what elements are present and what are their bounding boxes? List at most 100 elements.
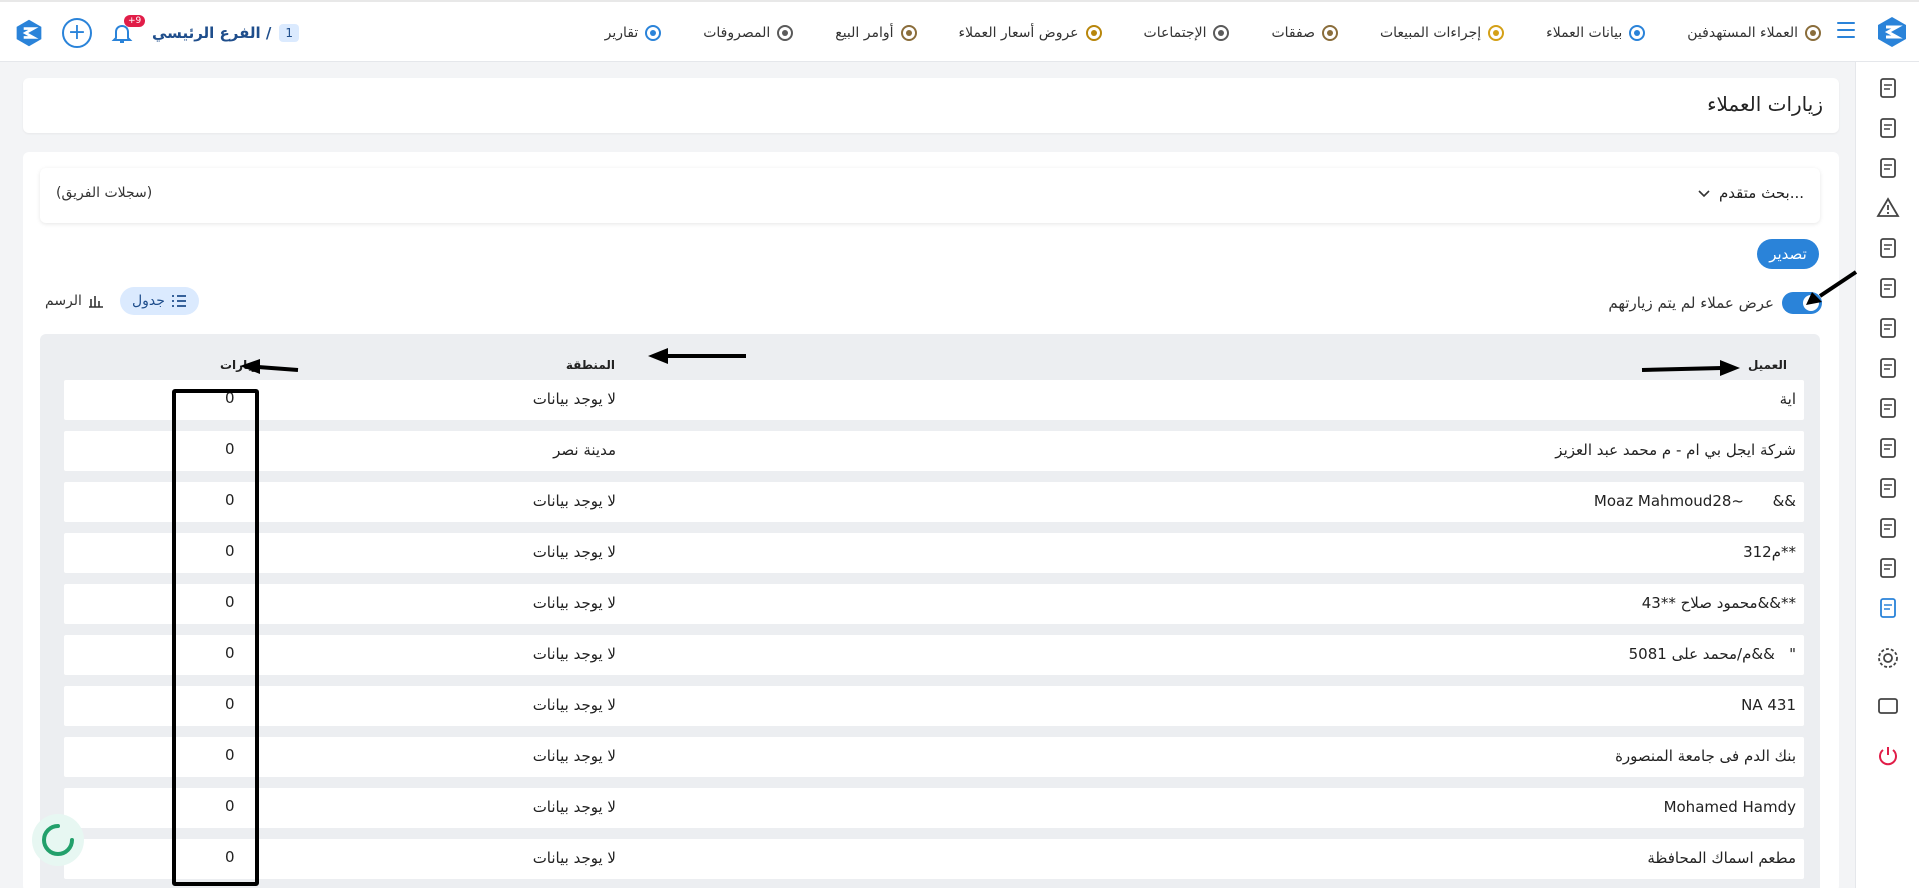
visits-cell: 0	[225, 797, 235, 815]
client-cell: بنك الدم فى جامعة المنصورة	[1615, 747, 1796, 765]
table-row[interactable]: م312** لا يوجد بيانات 0	[64, 533, 1804, 573]
visits-cell: 0	[225, 491, 235, 509]
notifications-button[interactable]: +9	[110, 15, 146, 45]
nav-item-label: أوامر البيع	[835, 25, 894, 41]
table-row[interactable]: Moaz Mahmoud28~ && لا يوجد بيانات 0	[64, 482, 1804, 522]
nav-item-label: إجراءات المبيعات	[1379, 25, 1482, 41]
add-button[interactable]: +	[62, 18, 92, 48]
app-logo-icon[interactable]	[1875, 15, 1909, 49]
table-row[interactable]: Mohamed Hamdy لا يوجد بيانات 0	[64, 788, 1804, 828]
nav-item-label: تقارير	[604, 25, 639, 41]
expenses-icon	[777, 25, 794, 41]
table-row[interactable]: م/محمد على 5081&& " لا يوجد بيانات 0	[64, 635, 1804, 675]
new-doc-icon[interactable]	[1876, 76, 1900, 100]
nav-item[interactable]: بيانات العملاء	[1546, 23, 1647, 43]
delivery-icon[interactable]	[1876, 436, 1900, 460]
client-cell: شركة ايجل بي ام - م محمد عبد العزيز	[1555, 441, 1796, 459]
money-icon[interactable]	[1876, 156, 1900, 180]
team-icon[interactable]	[1876, 116, 1900, 140]
nav-item[interactable]: العملاء المستهدفين	[1687, 23, 1823, 43]
list-icon	[171, 295, 186, 307]
area-cell: لا يوجد بيانات	[532, 543, 616, 561]
invoice-icon[interactable]	[1876, 316, 1900, 340]
table-row[interactable]: بنك الدم فى جامعة المنصورة لا يوجد بيانات…	[64, 737, 1804, 777]
pen-icon[interactable]	[1876, 356, 1900, 380]
gear-icon[interactable]	[1876, 646, 1900, 670]
visits-table: العميل المنطقة زيارات اية لا يوجد بيانات 0…	[40, 334, 1820, 888]
header-visits[interactable]: زيارات	[220, 358, 259, 372]
advanced-search-toggle[interactable]: بحث متقدم...	[1697, 184, 1804, 202]
table-row[interactable]: NA 431 لا يوجد بيانات 0	[64, 686, 1804, 726]
visits-cell: 0	[225, 644, 235, 662]
truck-icon[interactable]	[1876, 396, 1900, 420]
visits-cell: 0	[225, 848, 235, 866]
meetings-icon	[1213, 25, 1230, 41]
chart-view-button[interactable]: الرسم	[45, 293, 104, 309]
menu-icon[interactable]	[1837, 22, 1855, 38]
nav-item[interactable]: صفقات	[1271, 23, 1340, 43]
notifications-badge: +9	[124, 15, 146, 27]
window-icon[interactable]	[1876, 694, 1900, 718]
video-icon[interactable]	[1876, 236, 1900, 260]
area-cell: مدينة نصر	[553, 441, 616, 459]
visits-cell: 0	[225, 440, 235, 458]
quotes-icon	[1085, 25, 1102, 41]
table-row[interactable]: محمود صلاح **43&&** لا يوجد بيانات 0	[64, 584, 1804, 624]
client-cell: Moaz Mahmoud28~ &&	[1593, 492, 1796, 510]
visits-cell: 0	[225, 746, 235, 764]
area-cell: لا يوجد بيانات	[532, 798, 616, 816]
nav-item-label: الإجتماعات	[1143, 25, 1207, 41]
header-area[interactable]: المنطقة	[566, 358, 615, 372]
visits-cell: 0	[225, 542, 235, 560]
mountain-icon[interactable]	[1876, 276, 1900, 300]
add-doc-icon[interactable]	[1876, 516, 1900, 540]
client-cell: Mohamed Hamdy	[1663, 798, 1796, 816]
header-client[interactable]: العميل	[1748, 358, 1787, 372]
nav-item[interactable]: تقارير	[605, 23, 664, 43]
loading-spinner	[32, 814, 84, 866]
table-view-button[interactable]: جدول	[119, 287, 199, 315]
unvisited-toggle-label: عرض عملاء لم يتم زيارتهم	[1608, 294, 1774, 312]
nav-item[interactable]: الإجتماعات	[1144, 23, 1232, 43]
chart-icon[interactable]	[1876, 596, 1900, 620]
export-button[interactable]: تصدير	[1757, 239, 1819, 269]
unvisited-toggle[interactable]	[1782, 292, 1822, 314]
client-cell: اية	[1779, 390, 1796, 408]
branch-label: الفرع الرئيسي /	[152, 24, 272, 42]
nav-item[interactable]: المصروفات	[703, 23, 795, 43]
area-cell: لا يوجد بيانات	[532, 492, 616, 510]
main-card: بحث متقدم... (سجلات الفريق) تصدير عرض عم…	[23, 152, 1839, 888]
area-cell: لا يوجد بيانات	[532, 594, 616, 612]
file-search-icon[interactable]	[1876, 556, 1900, 580]
branch-selector[interactable]: الفرع الرئيسي / 1	[152, 24, 300, 42]
nav-item-label: العملاء المستهدفين	[1687, 25, 1798, 41]
view-switch: الرسم جدول	[45, 287, 199, 315]
search-panel: بحث متقدم... (سجلات الفريق)	[40, 168, 1820, 223]
client-cell: مطعم اسماك المحافظة	[1647, 849, 1796, 867]
chevron-down-icon	[1698, 190, 1710, 198]
visits-cell: 0	[225, 695, 235, 713]
toggle-knob	[1803, 295, 1819, 311]
client-cell: م/محمد على 5081&& "	[1628, 645, 1796, 663]
table-row[interactable]: اية لا يوجد بيانات 0	[64, 380, 1804, 420]
table-row[interactable]: مطعم اسماك المحافظة لا يوجد بيانات 0	[64, 839, 1804, 879]
area-cell: لا يوجد بيانات	[532, 849, 616, 867]
power-icon[interactable]	[1876, 744, 1900, 768]
top-bar: العملاء المستهدفين بيانات العملاء إجراءات …	[0, 0, 1919, 62]
nav-item[interactable]: عروض أسعار العملاء	[959, 23, 1104, 43]
advanced-search-label: بحث متقدم...	[1719, 184, 1804, 202]
client-cell: NA 431	[1741, 696, 1796, 714]
nav-item[interactable]: إجراءات المبيعات	[1380, 23, 1506, 43]
nav-item[interactable]: أوامر البيع	[835, 23, 918, 43]
client-cell: م312**	[1743, 543, 1796, 561]
team-records-label: (سجلات الفريق)	[56, 185, 153, 201]
nav-item-label: بيانات العملاء	[1546, 25, 1623, 41]
page-title: زيارات العملاء	[1707, 92, 1823, 116]
table-view-label: جدول	[131, 293, 165, 309]
target-users-icon	[1805, 25, 1821, 41]
warning-icon[interactable]	[1876, 196, 1900, 220]
nav-item-label: صفقات	[1271, 25, 1315, 41]
table-row[interactable]: شركة ايجل بي ام - م محمد عبد العزيز مدينة…	[64, 431, 1804, 471]
user-settings-icon[interactable]	[1876, 476, 1900, 500]
brand-mark-icon[interactable]	[14, 18, 44, 48]
